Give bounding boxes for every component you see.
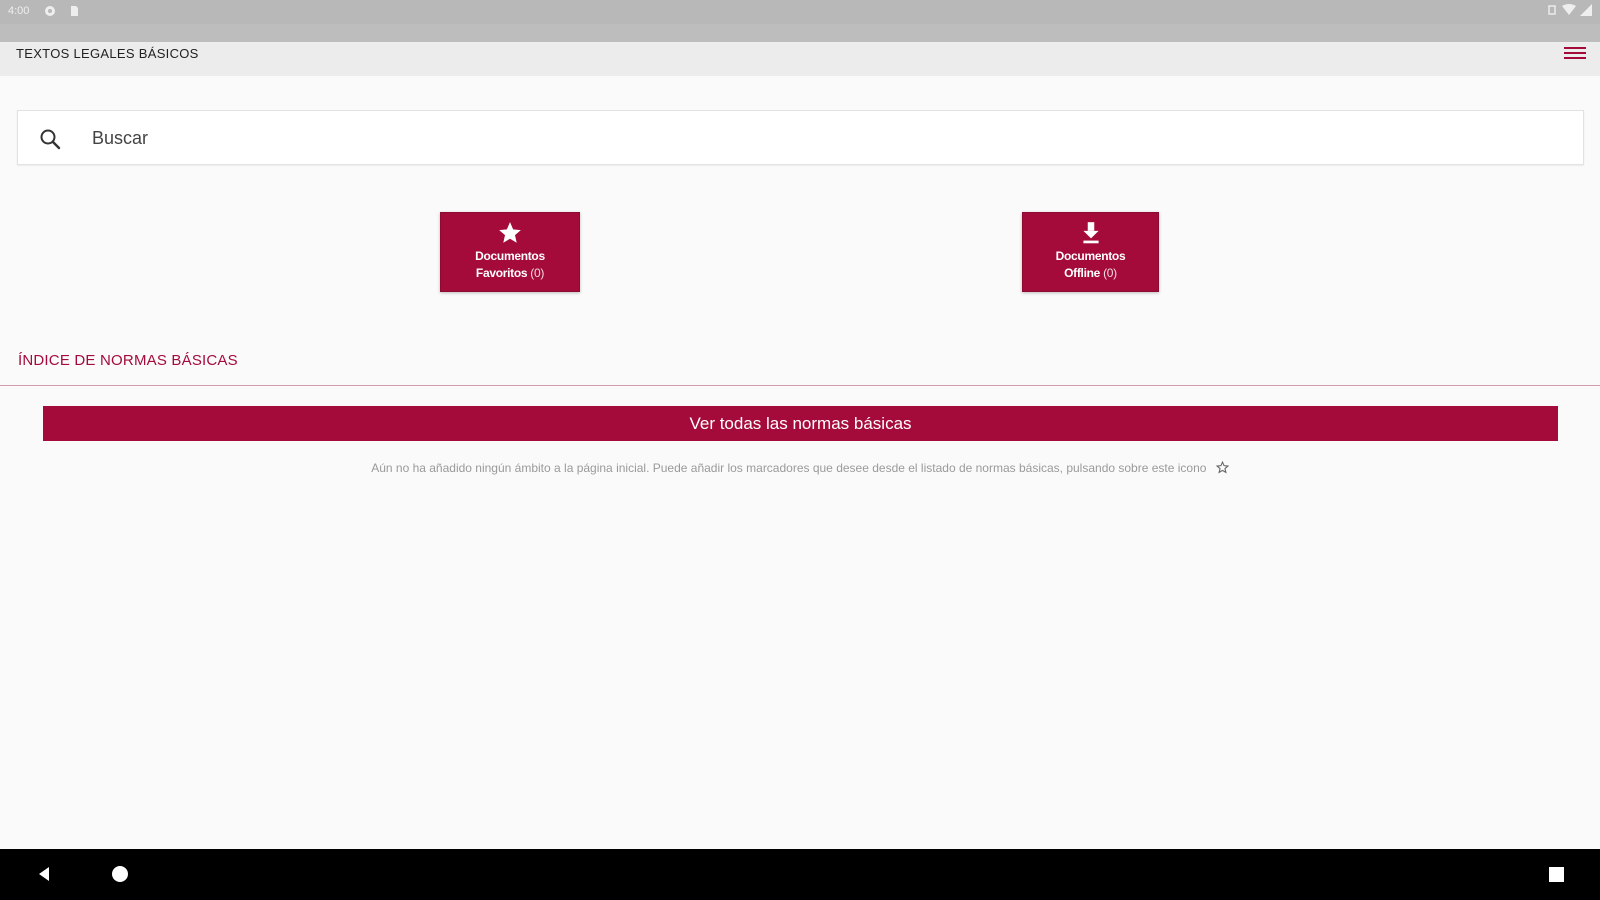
app-title: TEXTOS LEGALES BÁSICOS xyxy=(16,46,199,61)
status-time: 4:00 xyxy=(8,5,30,17)
index-section-title: ÍNDICE DE NORMAS BÁSICAS xyxy=(18,352,238,369)
view-all-norms-button[interactable]: Ver todas las normas básicas xyxy=(43,406,1558,441)
tile-line1: Documentos xyxy=(1055,249,1126,263)
info-text: Aún no ha añadido ningún ámbito a la pág… xyxy=(371,461,1207,475)
star-icon xyxy=(499,222,521,243)
star-outline-icon xyxy=(1215,461,1229,474)
vibrate-icon xyxy=(1548,5,1556,15)
favorite-documents-button[interactable]: Documentos Favoritos (0) xyxy=(440,212,580,292)
search-input[interactable] xyxy=(92,121,1562,155)
offline-documents-button[interactable]: Documentos Offline (0) xyxy=(1022,212,1159,292)
section-divider xyxy=(0,385,1600,386)
favorite-documents-label: Documentos Favoritos (0) xyxy=(441,248,579,282)
sd-card-icon xyxy=(71,6,78,16)
wifi-icon xyxy=(1562,4,1576,15)
offline-count: (0) xyxy=(1103,266,1117,280)
settings-icon xyxy=(45,6,55,16)
search-icon xyxy=(40,129,61,150)
favorite-count: (0) xyxy=(530,266,545,280)
system-nav-bar xyxy=(0,849,1600,900)
recents-icon[interactable] xyxy=(1549,867,1564,882)
tile-line1: Documentos xyxy=(475,249,545,263)
empty-home-info: Aún no ha añadido ningún ámbito a la pág… xyxy=(0,461,1600,475)
signal-icon xyxy=(1580,4,1592,16)
hamburger-menu-icon[interactable] xyxy=(1564,44,1586,62)
status-bar: 4:00 xyxy=(0,0,1600,24)
status-right-icons xyxy=(1546,4,1592,16)
offline-documents-label: Documentos Offline (0) xyxy=(1023,248,1158,282)
tile-line2: Offline xyxy=(1064,266,1101,280)
back-icon[interactable] xyxy=(36,866,52,882)
app-bar: TEXTOS LEGALES BÁSICOS xyxy=(0,24,1600,76)
search-bar[interactable] xyxy=(17,110,1584,165)
home-icon[interactable] xyxy=(112,866,128,882)
download-icon xyxy=(1082,222,1099,244)
tile-line2: Favoritos xyxy=(475,266,528,280)
